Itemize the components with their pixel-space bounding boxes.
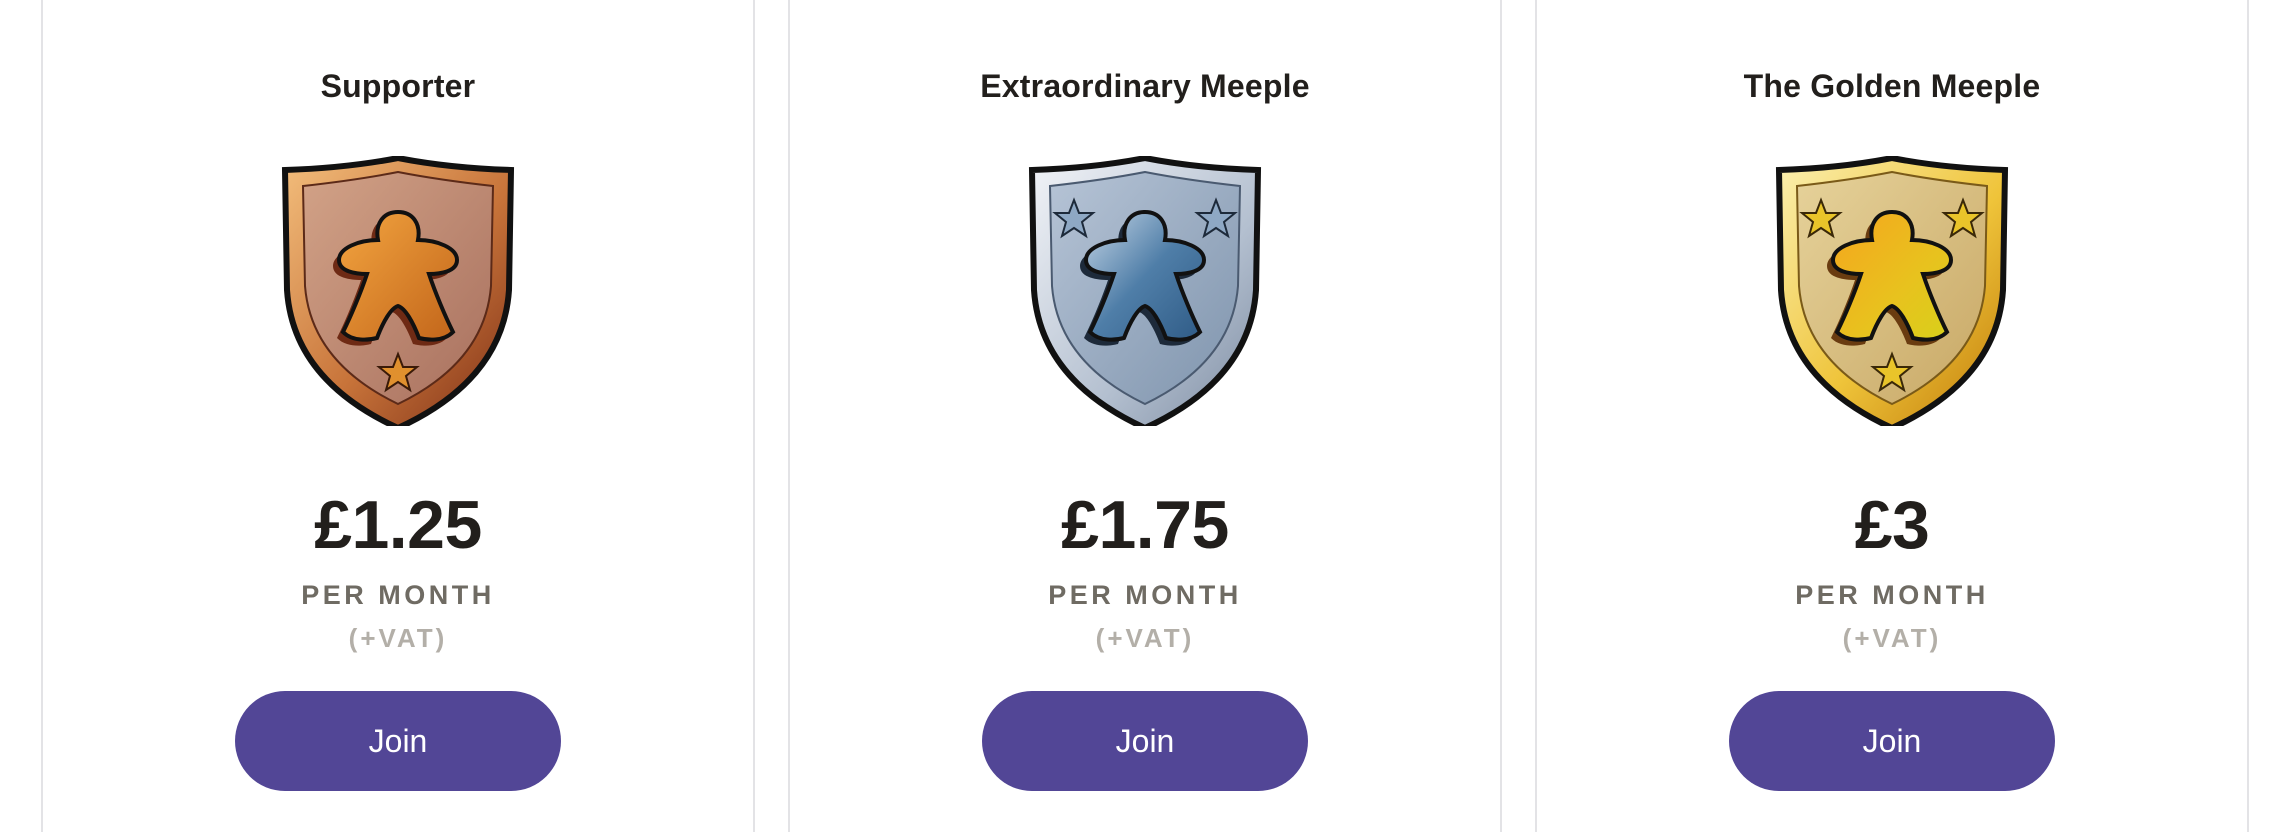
gold-meeple-shield-icon (1771, 156, 2013, 426)
tier-vat-note: (+VAT) (1095, 623, 1195, 653)
tier-name: Extraordinary Meeple (980, 68, 1310, 104)
tier-period: PER MONTH (301, 580, 495, 610)
join-button-extraordinary-meeple[interactable]: Join (982, 691, 1308, 791)
bronze-meeple-shield-icon (277, 156, 519, 426)
tier-period: PER MONTH (1795, 580, 1989, 610)
tier-vat-note: (+VAT) (1842, 623, 1942, 653)
tier-name: The Golden Meeple (1743, 68, 2041, 104)
tier-period: PER MONTH (1048, 580, 1242, 610)
tier-price: £1.75 (1061, 487, 1229, 563)
join-button-supporter[interactable]: Join (235, 691, 561, 791)
tier-card-supporter: Supporter £1.25 PER MONTH (+VAT) Join (41, 0, 755, 832)
tier-price: £3 (1854, 487, 1930, 563)
silver-meeple-shield-icon (1024, 156, 1266, 426)
tier-card-extraordinary-meeple: Extraordinary Meeple £1.75 PER MONTH (+V… (788, 0, 1502, 832)
membership-tiers: Supporter £1.25 PER MONTH (+VAT) Join Ex… (0, 0, 2280, 832)
tier-vat-note: (+VAT) (348, 623, 448, 653)
join-button-golden-meeple[interactable]: Join (1729, 691, 2055, 791)
tier-name: Supporter (320, 68, 476, 104)
tier-card-golden-meeple: The Golden Meeple £3 PER MONTH (+VAT) Jo… (1535, 0, 2249, 832)
tier-price: £1.25 (314, 487, 482, 563)
